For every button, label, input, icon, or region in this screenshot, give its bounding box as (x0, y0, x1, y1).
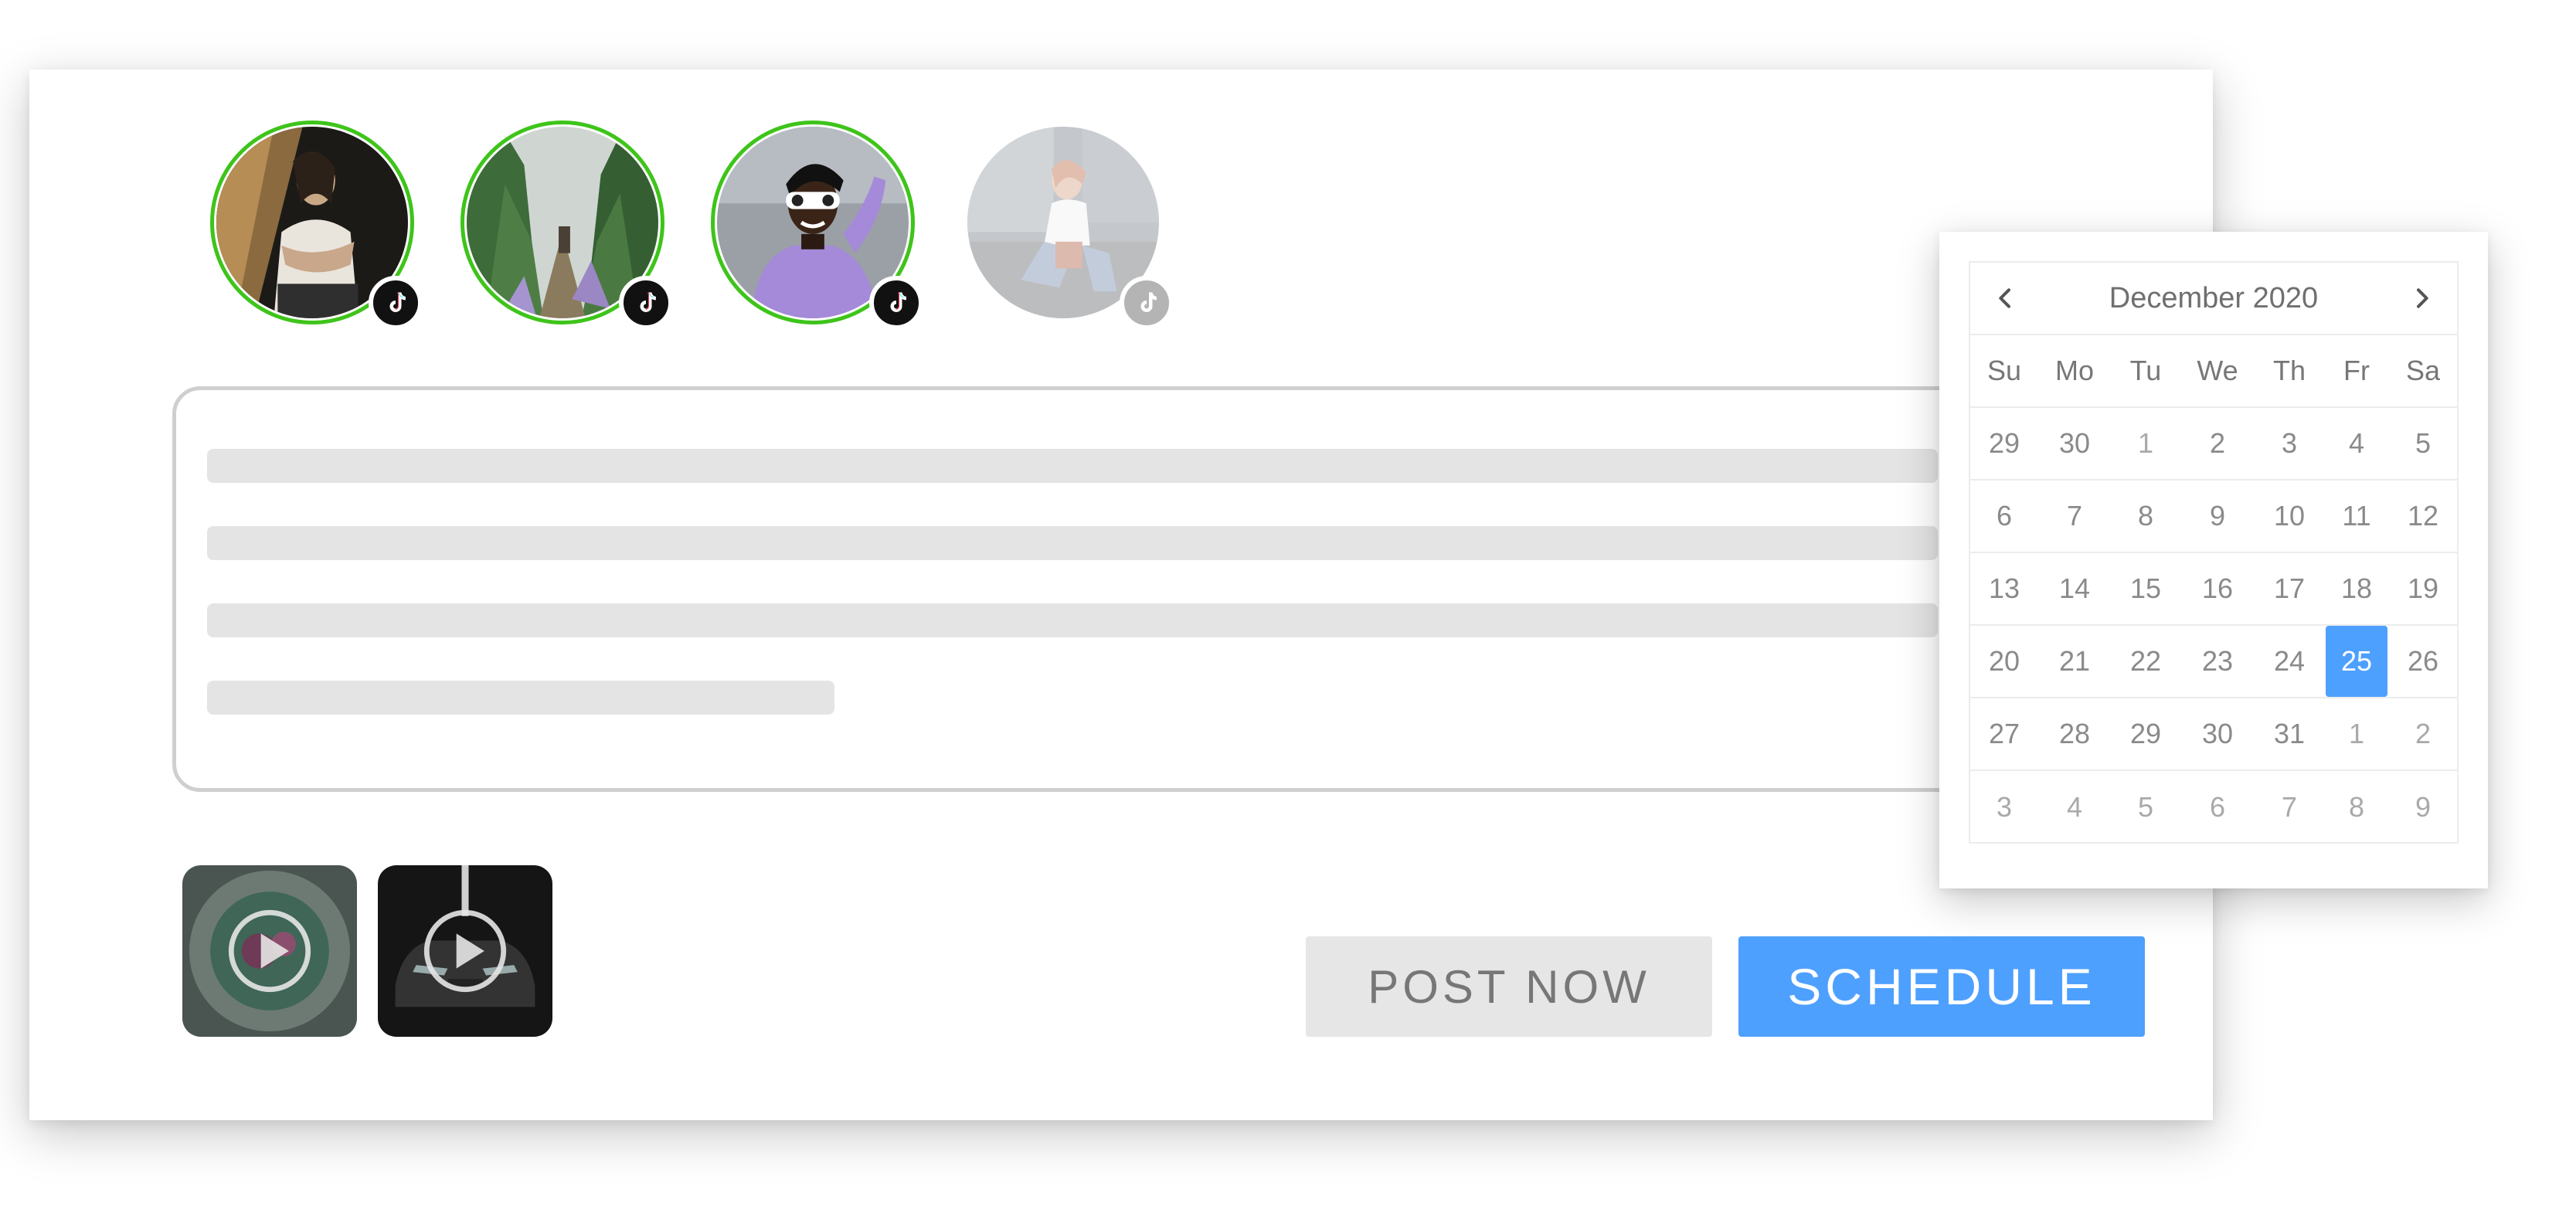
calendar-day-selected[interactable]: 25 (2326, 626, 2387, 697)
text-placeholder-line (207, 681, 834, 715)
tiktok-icon (369, 276, 423, 330)
weekday-header-row: Su Mo Tu We Th Fr Sa (1970, 335, 2457, 408)
calendar-day[interactable]: 22 (2111, 626, 2180, 697)
calendar-day[interactable]: 11 (2324, 481, 2389, 552)
media-thumbnail-1[interactable] (182, 865, 357, 1037)
calendar-day[interactable]: 5 (2111, 771, 2180, 844)
account-avatar-4[interactable] (961, 121, 1174, 330)
stage: POST NOW SCHEDULE December 2020 Su Mo Tu… (0, 0, 2576, 1216)
calendar-day[interactable]: 28 (2038, 698, 2111, 769)
calendar-week-row: 6 7 8 9 10 11 12 (1970, 481, 2457, 553)
calendar-day[interactable]: 8 (2324, 771, 2389, 844)
text-placeholder-line (207, 449, 1938, 483)
post-text-area[interactable] (172, 386, 2189, 792)
calendar-week-row: 3 4 5 6 7 8 9 (1970, 771, 2457, 844)
schedule-button[interactable]: SCHEDULE (1738, 936, 2145, 1037)
calendar-day[interactable]: 29 (2111, 698, 2180, 769)
calendar-day[interactable]: 14 (2038, 553, 2111, 624)
calendar-day[interactable]: 18 (2324, 553, 2389, 624)
calendar-day[interactable]: 27 (1970, 698, 2038, 769)
weekday-label: Sa (2405, 355, 2441, 386)
account-avatar-3[interactable] (711, 121, 923, 330)
post-composer-card: POST NOW SCHEDULE (29, 70, 2213, 1120)
calendar-day[interactable]: 13 (1970, 553, 2038, 624)
date-picker-popup: December 2020 Su Mo Tu We Th Fr Sa 29 30… (1939, 232, 2488, 888)
calendar-day[interactable]: 6 (2180, 771, 2255, 844)
calendar-day[interactable]: 1 (2111, 408, 2180, 479)
tiktok-icon (869, 276, 923, 330)
tiktok-icon (619, 276, 673, 330)
weekday-label: Th (2272, 355, 2306, 386)
calendar-day[interactable]: 26 (2389, 626, 2457, 697)
calendar-day[interactable]: 9 (2389, 771, 2457, 844)
tiktok-icon (1120, 276, 1174, 330)
weekday-label: We (2197, 355, 2238, 386)
calendar-day[interactable]: 16 (2180, 553, 2255, 624)
calendar-day[interactable]: 4 (2038, 771, 2111, 844)
calendar-day[interactable]: 19 (2389, 553, 2457, 624)
weekday-label: Tu (2129, 355, 2162, 386)
calendar-day[interactable]: 31 (2255, 698, 2324, 769)
calendar-day[interactable]: 1 (2324, 698, 2389, 769)
account-avatar-2[interactable] (460, 121, 673, 330)
calendar-day[interactable]: 10 (2255, 481, 2324, 552)
calendar-day[interactable]: 12 (2389, 481, 2457, 552)
calendar-day[interactable]: 7 (2255, 771, 2324, 844)
account-avatar-1[interactable] (210, 121, 423, 330)
calendar-day[interactable]: 17 (2255, 553, 2324, 624)
calendar-day[interactable]: 5 (2389, 408, 2457, 479)
calendar-day[interactable]: 9 (2180, 481, 2255, 552)
calendar-day[interactable]: 2 (2389, 698, 2457, 769)
calendar-day[interactable]: 29 (1970, 408, 2038, 479)
calendar-day[interactable]: 24 (2255, 626, 2324, 697)
calendar-week-row: 20 21 22 23 24 25 26 (1970, 626, 2457, 698)
text-placeholder-line (207, 526, 1938, 560)
calendar-month-label: December 2020 (2109, 281, 2319, 314)
calendar-header: December 2020 (1970, 263, 2457, 335)
calendar-day[interactable]: 30 (2180, 698, 2255, 769)
post-now-button[interactable]: POST NOW (1306, 936, 1712, 1037)
weekday-label: Mo (2054, 355, 2094, 386)
calendar-day[interactable]: 15 (2111, 553, 2180, 624)
calendar-day[interactable]: 4 (2324, 408, 2389, 479)
calendar-day[interactable]: 20 (1970, 626, 2038, 697)
calendar-day[interactable]: 7 (2038, 481, 2111, 552)
calendar-week-row: 27 28 29 30 31 1 2 (1970, 698, 2457, 771)
calendar-day[interactable]: 23 (2180, 626, 2255, 697)
calendar-week-row: 13 14 15 16 17 18 19 (1970, 553, 2457, 626)
calendar-day[interactable]: 3 (2255, 408, 2324, 479)
calendar-week-row: 29 30 1 2 3 4 5 (1970, 408, 2457, 481)
weekday-label: Su (1986, 355, 2022, 386)
calendar-day[interactable]: 30 (2038, 408, 2111, 479)
media-thumbnail-2[interactable] (378, 865, 552, 1037)
calendar-day[interactable]: 2 (2180, 408, 2255, 479)
calendar-day[interactable]: 21 (2038, 626, 2111, 697)
weekday-label: Fr (2343, 355, 2370, 386)
calendar-grid: December 2020 Su Mo Tu We Th Fr Sa 29 30… (1969, 261, 2459, 844)
calendar-day[interactable]: 3 (1970, 771, 2038, 844)
chevron-right-icon[interactable] (2403, 280, 2440, 317)
calendar-day[interactable]: 6 (1970, 481, 2038, 552)
text-placeholder-line (207, 603, 1938, 637)
calendar-day[interactable]: 8 (2111, 481, 2180, 552)
chevron-left-icon[interactable] (1987, 280, 2024, 317)
